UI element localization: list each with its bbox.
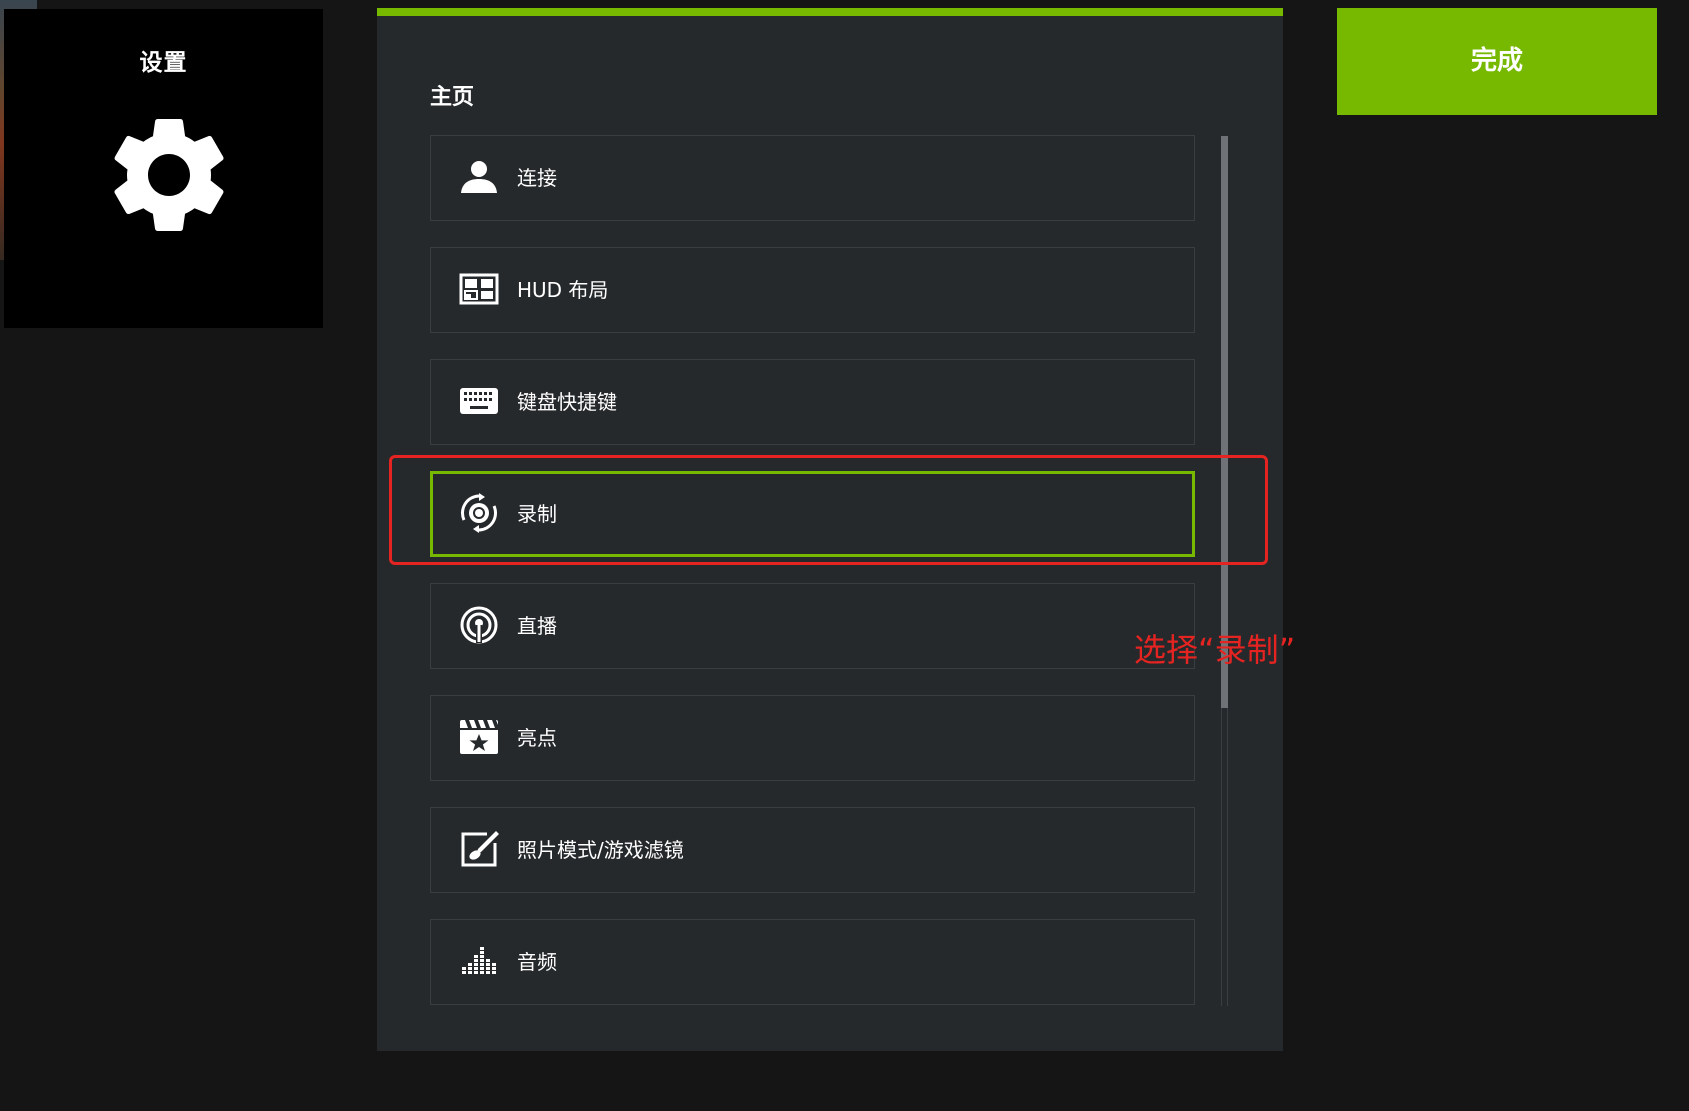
broadcast-icon [460,606,498,644]
gear-icon [114,118,224,231]
keyboard-icon [460,388,498,414]
menu-item-audio[interactable]: 音频 [430,919,1195,1005]
panel-heading: 主页 [430,85,475,110]
menu-item-label: 连接 [517,166,557,190]
menu-item-label: 亮点 [517,726,557,750]
photo-mode-icon [461,831,499,867]
menu-item-label: 直播 [517,614,557,638]
annotation-label: 选择“录制” [1134,631,1296,669]
clapperboard-star-icon [460,720,498,754]
menu-item-broadcast[interactable]: 直播 [430,583,1195,669]
done-button[interactable]: 完成 [1337,8,1657,115]
menu-item-keyboard-shortcuts[interactable]: 键盘快捷键 [430,359,1195,445]
annotation-highlight-box [389,455,1268,565]
menu-item-photo-mode[interactable]: 照片模式/游戏滤镜 [430,807,1195,893]
menu-item-connect[interactable]: 连接 [430,135,1195,221]
menu-item-label: 音频 [517,950,557,974]
menu-item-label: 照片模式/游戏滤镜 [517,838,684,862]
settings-tile-title: 设置 [139,50,188,76]
user-icon [461,161,497,193]
hud-layout-icon [459,273,499,305]
menu-item-hud-layout[interactable]: HUD 布局 [430,247,1195,333]
audio-equalizer-icon [462,947,496,974]
settings-tile: 设置 [4,9,323,328]
menu-item-label: HUD 布局 [517,278,609,302]
menu-item-label: 键盘快捷键 [517,390,617,414]
scrollbar-thumb[interactable] [1221,136,1228,708]
menu-item-highlights[interactable]: 亮点 [430,695,1195,781]
